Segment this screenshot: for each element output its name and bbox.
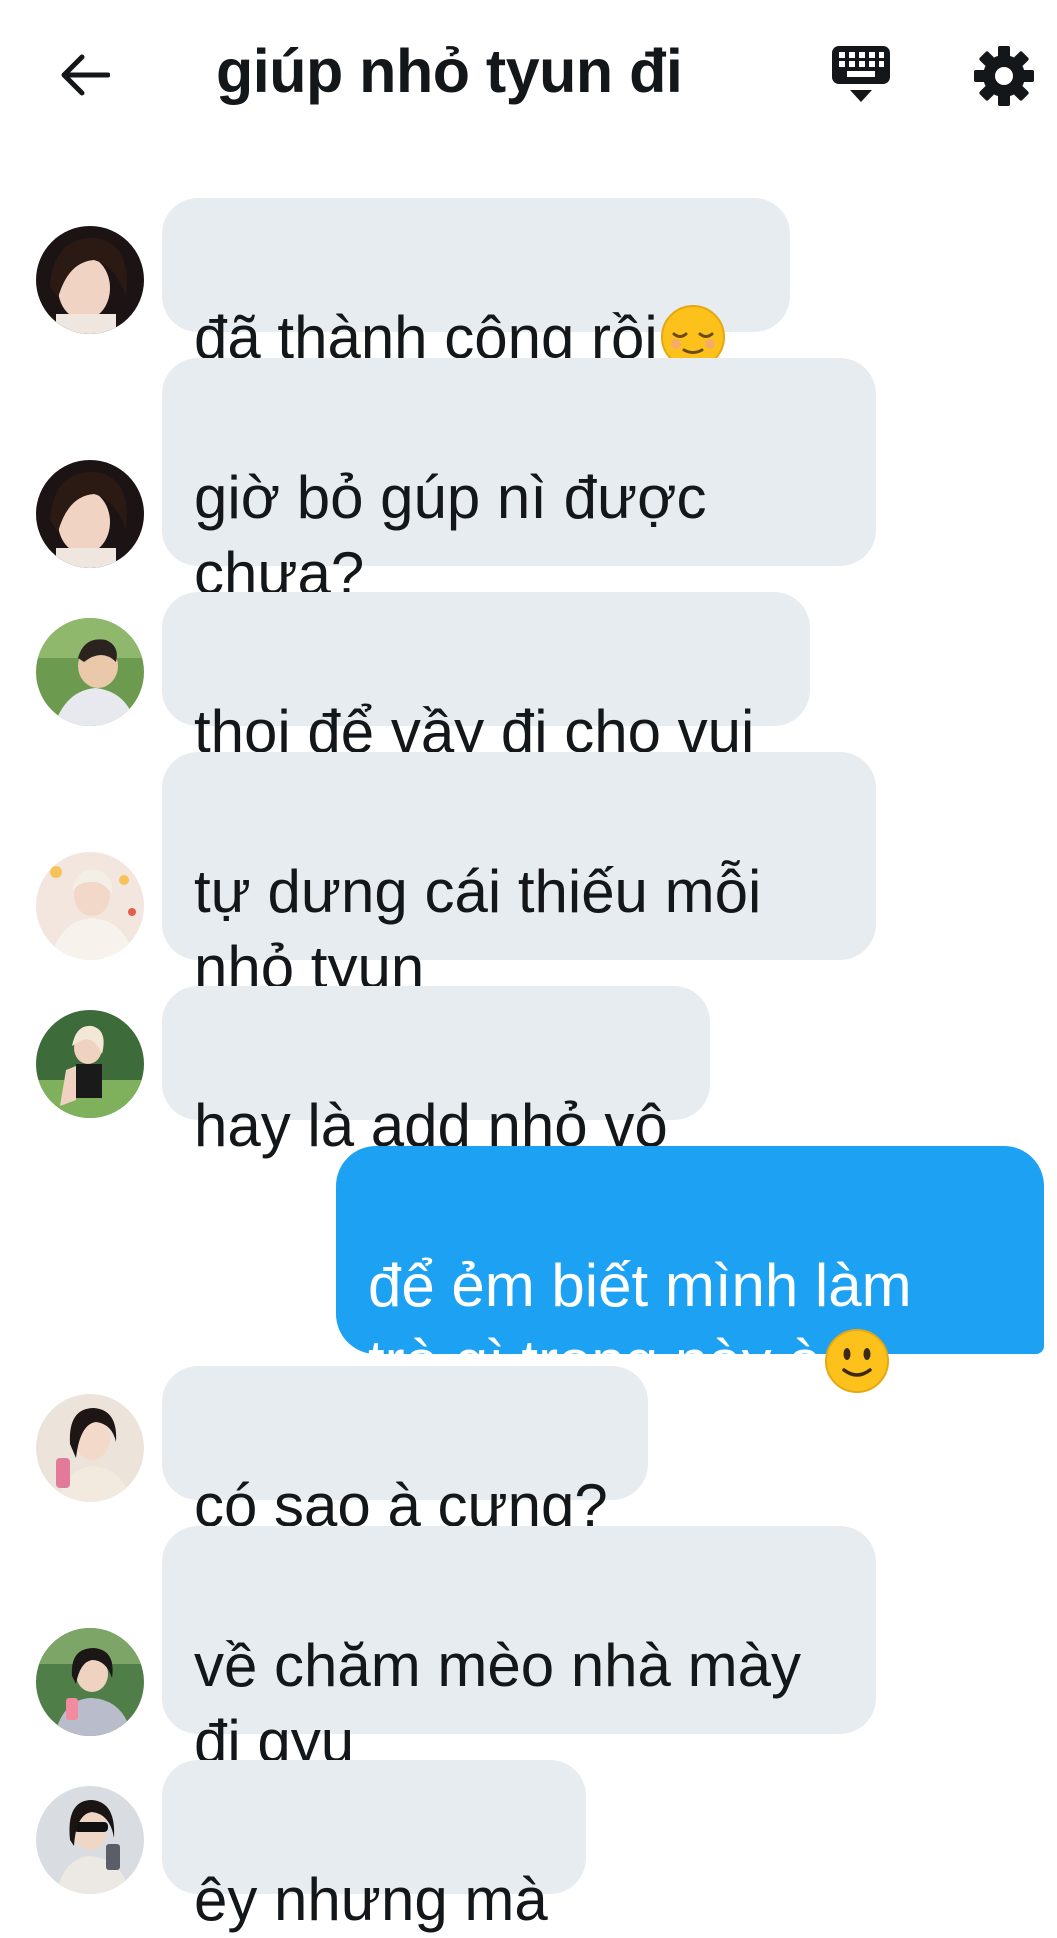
message-bubble[interactable]: thoi để vầy đi cho vui [162,592,810,765]
message-text: tự dưng cái thiếu mỗi nhỏ tyun [194,858,762,1001]
message-bubble[interactable]: về chăm mèo nhà mày đi gyu [162,1526,876,1775]
slightly-smiling-face-emoji [824,1329,889,1393]
message-bubble[interactable]: giờ bỏ gúp nì được chưa? [162,358,876,607]
avatar[interactable] [36,226,144,334]
message-bubble[interactable]: tự dưng cái thiếu mỗi nhỏ tyun [162,752,876,1001]
message-bubble[interactable]: có sao à cưng? [162,1366,648,1539]
avatar[interactable] [36,1010,144,1118]
avatar[interactable] [36,460,144,568]
message-text: êy nhưng mà [194,1866,548,1933]
message-list: đã thành công rồi giờ bỏ gúp nì được chư… [0,0,1057,1933]
message-bubble-outgoing[interactable]: để ẻm biết mình làm trò gì trong này à [336,1146,1044,1395]
avatar[interactable] [36,1394,144,1502]
avatar[interactable] [36,852,144,960]
message-bubble[interactable]: đã thành công rồi [162,198,790,371]
avatar[interactable] [36,1628,144,1736]
message-text: về chăm mèo nhà mày đi gyu [194,1632,801,1775]
message-bubble[interactable]: êy nhưng mà [162,1760,586,1933]
message-bubble[interactable]: hay là add nhỏ vô [162,986,710,1159]
avatar[interactable] [36,1786,144,1894]
message-text: giờ bỏ gúp nì được chưa? [194,464,707,607]
avatar[interactable] [36,618,144,726]
